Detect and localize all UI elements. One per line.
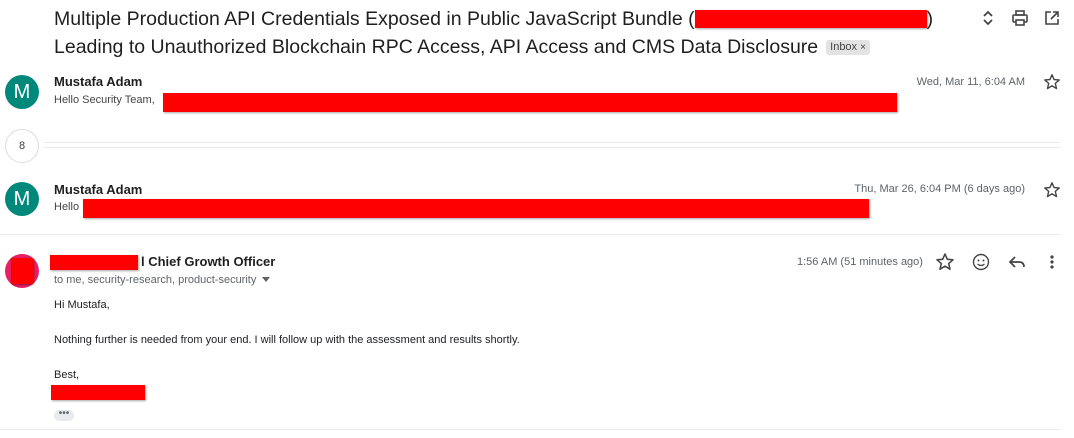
message-body: Nothing further is needed from your end.… <box>54 334 520 346</box>
star-icon[interactable] <box>1043 73 1061 91</box>
recipients-line[interactable]: to me, security-research, product-securi… <box>54 274 271 286</box>
show-trimmed-content-button[interactable]: ••• <box>54 409 74 421</box>
message-signoff: Best, <box>54 369 80 381</box>
redacted-block <box>50 255 138 270</box>
message-snippet[interactable]: Hello <box>54 201 79 213</box>
emoji-icon[interactable] <box>971 252 991 272</box>
open-in-new-window-icon[interactable] <box>1043 9 1061 27</box>
sender-title[interactable]: l Chief Growth Officer <box>141 254 275 269</box>
divider <box>44 147 1060 148</box>
redacted-block <box>694 10 927 28</box>
message-snippet[interactable]: Hello Security Team, <box>54 94 155 106</box>
star-icon[interactable] <box>1043 181 1061 199</box>
reply-icon[interactable] <box>1007 252 1027 272</box>
subject-text-part2: ) <box>926 8 934 30</box>
subject-text-part1: Multiple Production API Credentials Expo… <box>54 8 695 30</box>
remove-label-icon[interactable]: × <box>860 42 866 53</box>
avatar: M <box>5 75 39 109</box>
message-date: Wed, Mar 11, 6:04 AM <box>916 76 1025 88</box>
subject-text-line2: Leading to Unauthorized Blockchain RPC A… <box>54 36 819 58</box>
divider <box>44 142 1060 143</box>
message-date: 1:56 AM (51 minutes ago) <box>797 256 923 268</box>
divider <box>0 234 1060 235</box>
redacted-block <box>83 199 869 218</box>
print-icon[interactable] <box>1011 9 1029 27</box>
dropdown-arrow-icon[interactable] <box>262 277 271 282</box>
collapsed-messages-button[interactable]: 8 <box>5 129 39 163</box>
redacted-block <box>11 258 33 284</box>
expand-collapse-icon[interactable] <box>979 9 997 27</box>
email-subject: Multiple Production API Credentials Expo… <box>54 5 934 61</box>
redacted-block <box>163 93 897 112</box>
sender-name[interactable]: Mustafa Adam <box>54 182 142 197</box>
divider <box>0 429 1060 430</box>
inbox-label-chip[interactable]: Inbox × <box>826 40 870 55</box>
avatar: M <box>5 182 39 216</box>
star-icon[interactable] <box>935 252 955 272</box>
more-vert-icon[interactable] <box>1042 252 1062 272</box>
sender-name[interactable]: Mustafa Adam <box>54 74 142 89</box>
redacted-block <box>51 385 145 400</box>
message-greeting: Hi Mustafa, <box>54 299 110 311</box>
inbox-label-text: Inbox <box>830 41 858 53</box>
recipients-text: to me, security-research, product-securi… <box>54 274 257 286</box>
message-date: Thu, Mar 26, 6:04 PM (6 days ago) <box>854 183 1025 195</box>
